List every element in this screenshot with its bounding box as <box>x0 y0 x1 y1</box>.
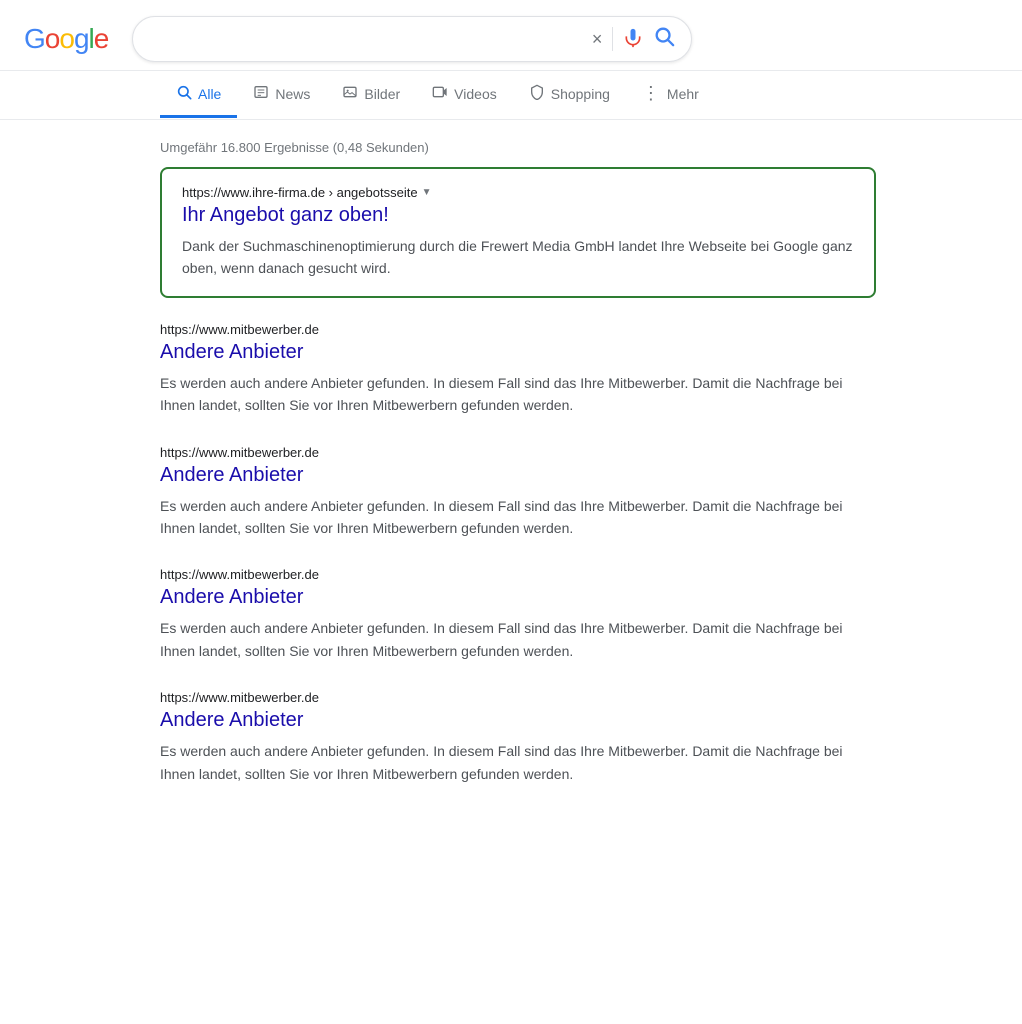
news-icon <box>253 84 269 103</box>
videos-icon <box>432 84 448 103</box>
featured-title[interactable]: Ihr Angebot ganz oben! <box>182 204 854 227</box>
tab-news-label: News <box>275 86 310 102</box>
search-bar: Ihr Angebot wird gesucht × <box>132 16 692 62</box>
result-snippet-4: Es werden auch andere Anbieter gefunden.… <box>160 740 876 785</box>
result-title-4[interactable]: Andere Anbieter <box>160 709 876 732</box>
bilder-icon <box>342 84 358 103</box>
tab-bilder-label: Bilder <box>364 86 400 102</box>
featured-url: https://www.ihre-firma.de › angebotsseit… <box>182 185 854 200</box>
featured-url-chevron: ▼ <box>422 187 432 198</box>
tab-news[interactable]: News <box>237 72 326 118</box>
result-title-3[interactable]: Andere Anbieter <box>160 586 876 609</box>
result-url-3: https://www.mitbewerber.de <box>160 567 876 582</box>
result-url-1: https://www.mitbewerber.de <box>160 322 876 337</box>
logo-e: e <box>94 23 109 55</box>
tab-shopping[interactable]: Shopping <box>513 72 626 118</box>
tab-mehr[interactable]: ⋮ Mehr <box>626 71 715 119</box>
featured-result: https://www.ihre-firma.de › angebotsseit… <box>160 167 876 298</box>
shopping-icon <box>529 84 545 103</box>
tab-alle[interactable]: Alle <box>160 72 237 118</box>
alle-icon <box>176 84 192 103</box>
logo-g: G <box>24 23 45 55</box>
logo-g2: g <box>74 23 89 55</box>
tab-videos-label: Videos <box>454 86 497 102</box>
result-item-3: https://www.mitbewerber.de Andere Anbiet… <box>160 567 876 662</box>
featured-url-text: https://www.ihre-firma.de › angebotsseit… <box>182 185 418 200</box>
result-item-1: https://www.mitbewerber.de Andere Anbiet… <box>160 322 876 417</box>
result-title-1[interactable]: Andere Anbieter <box>160 341 876 364</box>
tab-videos[interactable]: Videos <box>416 72 513 118</box>
search-divider <box>612 27 613 51</box>
result-snippet-3: Es werden auch andere Anbieter gefunden.… <box>160 617 876 662</box>
featured-snippet: Dank der Suchmaschinenoptimierung durch … <box>182 235 854 280</box>
tab-bilder[interactable]: Bilder <box>326 72 416 118</box>
google-logo: Google <box>24 23 108 55</box>
results-stats: Umgefähr 16.800 Ergebnisse (0,48 Sekunde… <box>160 128 876 167</box>
result-url-2: https://www.mitbewerber.de <box>160 445 876 460</box>
nav-tabs: Alle News Bilder <box>0 71 1022 120</box>
tab-shopping-label: Shopping <box>551 86 610 102</box>
results-area: Umgefähr 16.800 Ergebnisse (0,48 Sekunde… <box>0 120 900 829</box>
result-snippet-2: Es werden auch andere Anbieter gefunden.… <box>160 495 876 540</box>
result-item-4: https://www.mitbewerber.de Andere Anbiet… <box>160 690 876 785</box>
logo-o2: o <box>59 23 74 55</box>
mic-icon[interactable] <box>623 28 643 51</box>
result-snippet-1: Es werden auch andere Anbieter gefunden.… <box>160 372 876 417</box>
search-button-icon[interactable] <box>653 25 675 53</box>
tab-mehr-label: Mehr <box>667 86 699 102</box>
result-item-2: https://www.mitbewerber.de Andere Anbiet… <box>160 445 876 540</box>
search-input[interactable]: Ihr Angebot wird gesucht <box>149 30 581 48</box>
logo-o1: o <box>45 23 60 55</box>
header: Google Ihr Angebot wird gesucht × <box>0 0 1022 71</box>
tab-alle-label: Alle <box>198 86 221 102</box>
clear-icon[interactable]: × <box>592 29 603 50</box>
search-icons: × <box>592 25 676 53</box>
result-title-2[interactable]: Andere Anbieter <box>160 464 876 487</box>
mehr-icon: ⋮ <box>642 83 661 104</box>
result-url-4: https://www.mitbewerber.de <box>160 690 876 705</box>
